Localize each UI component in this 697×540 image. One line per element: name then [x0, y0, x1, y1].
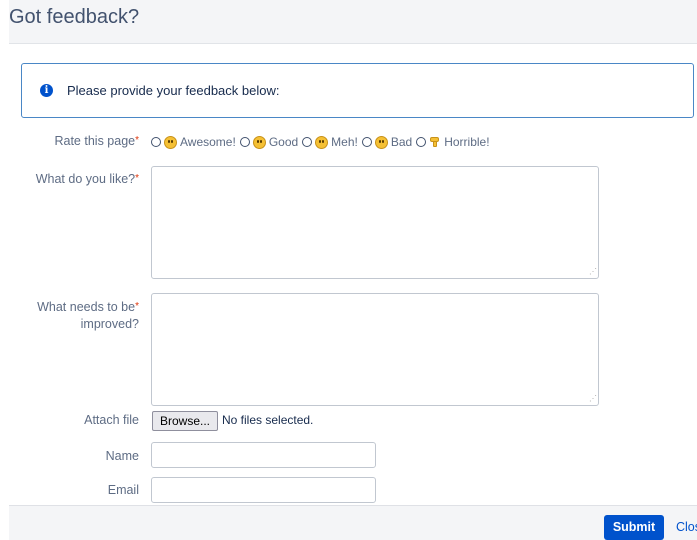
attach-label: Attach file: [84, 413, 139, 427]
rating-option-horrible[interactable]: Horrible!: [416, 135, 490, 149]
improve-label: What needs to be* improved?: [37, 300, 139, 331]
rating-option-awesome[interactable]: Awesome!: [151, 135, 236, 149]
browse-button[interactable]: Browse...: [152, 411, 219, 431]
close-button[interactable]: Clos: [676, 520, 697, 534]
rating-option-meh[interactable]: Meh!: [302, 135, 358, 149]
file-status: No files selected.: [222, 413, 314, 427]
radio-button[interactable]: [302, 137, 313, 147]
thumbs-down-icon: [429, 136, 441, 148]
rating-label: Rate this page*: [54, 134, 139, 148]
email-label: Email: [107, 483, 139, 497]
frowning-face-icon: [374, 135, 388, 149]
rating-option-bad[interactable]: Bad: [361, 135, 412, 149]
rating-options: Awesome! Good Meh! Bad Horrible!: [151, 133, 494, 151]
improve-textarea[interactable]: [151, 293, 599, 406]
grinning-face-icon: [164, 135, 177, 149]
radio-button[interactable]: [416, 137, 427, 147]
dialog-header: Got feedback?: [9, 0, 697, 44]
info-message: i Please provide your feedback below:: [21, 63, 694, 118]
info-icon: i: [40, 84, 53, 97]
name-label: Name: [105, 449, 139, 463]
required-mark: *: [135, 301, 139, 312]
radio-button[interactable]: [151, 137, 161, 147]
info-message-text: Please provide your feedback below:: [67, 83, 280, 98]
name-input[interactable]: [151, 442, 376, 468]
required-mark: *: [135, 135, 139, 146]
rating-option-good[interactable]: Good: [239, 135, 298, 149]
likes-textarea[interactable]: [151, 166, 599, 279]
dialog-title: Got feedback?: [9, 6, 140, 28]
required-mark: *: [135, 173, 139, 184]
smiling-face-icon: [252, 135, 266, 149]
email-input[interactable]: [151, 477, 376, 503]
likes-label: What do you like?*: [35, 172, 139, 186]
neutral-face-icon: [315, 135, 329, 149]
radio-button[interactable]: [361, 137, 372, 147]
submit-button[interactable]: Submit: [604, 515, 664, 540]
dialog-footer: [9, 505, 697, 540]
radio-button[interactable]: [239, 137, 250, 147]
